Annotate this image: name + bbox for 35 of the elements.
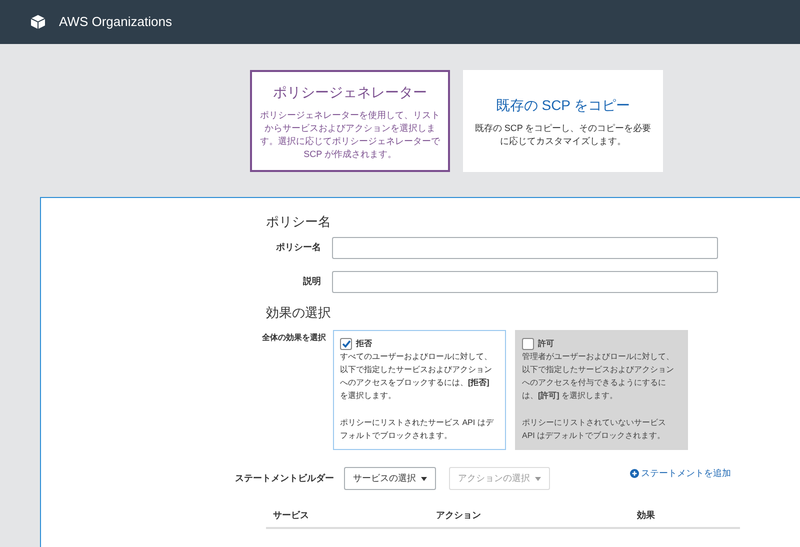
option-title: ポリシージェネレーター	[273, 82, 427, 102]
checkbox[interactable]	[340, 338, 352, 350]
option-description: ポリシージェネレーターを使用して、リストからサービスおよびアクションを選択します。選択に応じてポリシージェネレーターで SCP が作成されます。	[260, 108, 440, 160]
option-title: 既存の SCP をコピー	[496, 96, 630, 114]
caret-icon	[535, 476, 541, 480]
effect-card[interactable]: 許可 管理者がユーザーおよびロールに対して、以下で指定したサービスおよびアクションへのアクセスを付与できるようにするには、[許可] を選択します。 ポリシーにリストされていないサービス API はデフォルトでブロックされます。	[515, 330, 688, 450]
choice-description: ポリシーにリストされていないサービス API はデフォルトでブロックされます。	[522, 417, 667, 442]
section-heading: ポリシー名	[266, 213, 332, 231]
cube-icon	[30, 14, 46, 30]
section-heading: 効果の選択	[266, 304, 332, 322]
option-description: 既存の SCP をコピーし、そのコピーを必要に応じてカスタマイズします。	[474, 122, 652, 148]
effect-card[interactable]: 拒否 すべてのユーザーおよびロールに対して、以下で指定したサービスおよびアクションへのアクセスをブロックするには、[拒否] を選択します。 ポリシーにリストされたサービス API はデフォルトでブロックされます。	[333, 330, 506, 450]
field-label: ステートメントビルダー	[234, 472, 334, 485]
option-card[interactable]: 既存の SCP をコピー 既存の SCP をコピーし、そのコピーを必要に応じてカスタマイズします。	[463, 70, 663, 172]
choice-description: ポリシーにリストされたサービス API はデフォルトでブロックされます。	[340, 417, 495, 442]
field-label: 全体の効果を選択	[261, 332, 326, 344]
column-header: サービス	[272, 509, 310, 522]
option-card[interactable]: ポリシージェネレーター ポリシージェネレーターを使用して、リストからサービスおよびアクションを選択します。選択に応じてポリシージェネレーターで SCP が作成されます。	[250, 70, 450, 172]
app-title: AWS Organizations	[59, 13, 172, 32]
plus-circle-icon	[630, 469, 639, 478]
choice-label: 拒否	[356, 338, 372, 350]
input-field[interactable]	[332, 236, 718, 258]
column-header: 効果	[636, 509, 656, 522]
input-field[interactable]	[332, 270, 718, 292]
choice-description: すべてのユーザーおよびロールに対して、以下で指定したサービスおよびアクションへのアクセスをブロックするには、[拒否] を選択します。	[340, 351, 493, 402]
field-label: ポリシー名	[275, 240, 321, 254]
field-label: 説明	[302, 274, 321, 288]
checkmark-icon	[342, 340, 350, 348]
choice-description: 管理者がユーザーおよびロールに対して、以下で指定したサービスおよびアクションへのアクセスを付与できるようにするには、[許可] を選択します。	[522, 351, 675, 402]
choice-label: 許可	[538, 338, 554, 350]
checkbox[interactable]	[522, 338, 534, 350]
column-header: アクション	[436, 509, 482, 522]
add-statement-link[interactable]: ステートメントを追加	[630, 467, 731, 480]
dropdown[interactable]: サービスの選択	[344, 467, 436, 490]
caret-icon	[421, 476, 427, 480]
